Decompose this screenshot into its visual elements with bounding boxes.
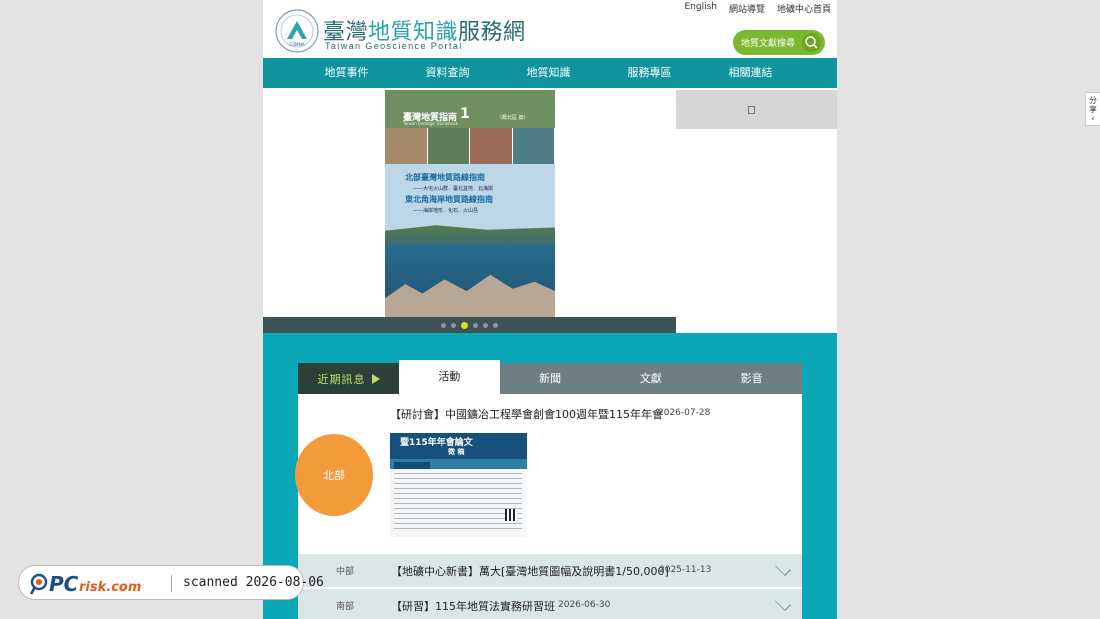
news-box: 近期訊息 活動 新聞 文獻 影音 北部 【研討會】中國鑛冶工程學會創會100週年… [295,360,802,619]
carousel-dot[interactable] [441,322,446,328]
cover-photo [385,128,428,164]
region-badge-north: 北部 [295,434,373,516]
search-icon-svg [805,36,818,49]
thumb-text-lines [394,473,522,533]
cover-line-1: 北部臺灣地質路線指南 [405,173,485,182]
pcrisk-logo-risk: risk.com [79,580,141,595]
carousel-dot[interactable] [473,322,478,328]
cover-number: 1 [460,106,470,122]
top-links: English 網站導覽 地礦中心首頁 [684,2,831,15]
nav-item-geo-events[interactable]: 地質事件 [296,58,397,88]
share-tab[interactable]: 分 享 ‹ [1085,92,1100,126]
tab-videos[interactable]: 影音 [701,363,802,394]
news-section: 近期訊息 活動 新聞 文獻 影音 北部 【研討會】中國鑛冶工程學會創會100週年… [263,333,837,619]
top-link-english[interactable]: English [684,2,717,15]
search-button-label: 地質文獻搜尋 [741,39,796,49]
nav-item-services[interactable]: 服務專區 [599,58,700,88]
share-char: 分 [1089,95,1097,105]
region-badge-label: 北部 [323,469,345,482]
logo-seal-text: GSMMA [289,42,305,47]
site-subtitle: Taiwan Geoscience Portal [325,41,463,51]
carousel-dot[interactable] [451,322,456,328]
nav-item-related-links[interactable]: 相關連結 [700,58,801,88]
chevron-down-icon[interactable] [775,560,791,576]
news-label-text: 近期訊息 [317,372,366,386]
top-link-center-home[interactable]: 地礦中心首頁 [777,2,831,15]
page-container: GSMMA 臺灣地質知識服務網 Taiwan Geoscience Portal… [263,0,837,619]
literature-search-button[interactable]: 地質文獻搜尋 [733,30,825,55]
cover-subtitle: Taiwan Geologic Guidebook [403,121,459,126]
chevron-down-icon[interactable] [775,595,791,611]
carousel-dots [263,317,676,333]
pcrisk-watermark: PC risk.com scanned 2026-08-06 [18,565,324,600]
thumb-label [394,462,430,469]
logo-seal-icon[interactable]: GSMMA [275,9,319,53]
cover-line-2: ——大屯火山群．臺北盆地．北海岸 [413,186,494,192]
news-label: 近期訊息 [298,363,399,394]
tab-activities[interactable]: 活動 [399,360,500,394]
scan-date-text: scanned 2026-08-06 [183,575,324,590]
news-item-date: 2026-07-28 [658,408,711,418]
cover-photo [470,128,513,164]
region-label: 南部 [336,602,355,612]
nav-item-data-query[interactable]: 資料查詢 [397,58,498,88]
carousel-dot[interactable] [483,322,488,328]
news-item-thumbnail[interactable]: 暨115年年會論文 徵 稿 [390,433,527,537]
cover-photo [512,128,555,164]
news-item-title[interactable]: 【研討會】中國鑛冶工程學會創會100週年暨115年年會 [390,406,663,422]
news-item-north: 北部 【研討會】中國鑛冶工程學會創會100週年暨115年年會 2026-07-2… [295,394,802,554]
site-header: GSMMA 臺灣地質知識服務網 Taiwan Geoscience Portal… [263,0,837,58]
qr-code-icon [505,509,517,521]
cover-line-4: ——海岸地形．化石．火山島 [413,208,479,214]
search-icon [802,33,821,52]
cover-line-3: 東北角海岸地質路線指南 [405,195,493,204]
tab-news[interactable]: 新聞 [499,363,601,394]
news-tabs: 近期訊息 活動 新聞 文獻 影音 [298,360,802,394]
nav-item-geo-knowledge[interactable]: 地質知識 [498,58,599,88]
thumb-band-text: 徵 稿 [448,448,465,456]
cover-photo-strip [385,128,555,164]
cover-tag: （概北區 篇） [497,115,529,121]
top-link-sitemap[interactable]: 網站導覽 [729,2,765,15]
side-banner-tile[interactable] [676,90,837,129]
news-item-date: 2026-06-30 [558,600,611,610]
play-arrow-icon [371,373,380,384]
main-nav: 地質事件 資料查詢 地質知識 服務專區 相關連結 [263,58,837,88]
news-item-central[interactable]: 中部 【地礦中心新書】萬大[臺灣地質圖幅及說明書1/50,000] 2025-1… [298,554,802,587]
carousel-dot[interactable] [461,321,468,329]
news-item-south[interactable]: 南部 【研習】115年地質法實務研習班 2026-06-30 [298,589,802,619]
watermark-divider [171,575,172,592]
pcrisk-logo-icon: PC risk.com [29,572,141,596]
guidebook-cover-image[interactable]: 臺灣地質指南 1 （概北區 篇） Taiwan Geologic Guidebo… [385,90,555,317]
cover-photo [427,128,470,164]
pcrisk-logo-pc: PC [49,572,79,596]
document-icon [748,106,755,114]
share-char: 享 [1089,104,1097,114]
banner-carousel: 臺灣地質指南 1 （概北區 篇） Taiwan Geologic Guidebo… [263,88,837,333]
news-item-title[interactable]: 【研習】115年地質法實務研習班 [391,598,555,614]
news-item-date: 2025-11-13 [659,565,712,575]
carousel-dot[interactable] [493,322,498,328]
tab-literature[interactable]: 文獻 [600,363,702,394]
news-item-title[interactable]: 【地礦中心新書】萬大[臺灣地質圖幅及說明書1/50,000] [391,563,669,579]
region-label: 中部 [336,567,355,577]
share-arrow-icon: ‹ [1091,113,1095,123]
site-title-post: 服務網 [458,20,526,45]
carousel-slide[interactable]: 臺灣地質指南 1 （概北區 篇） Taiwan Geologic Guidebo… [263,88,676,317]
